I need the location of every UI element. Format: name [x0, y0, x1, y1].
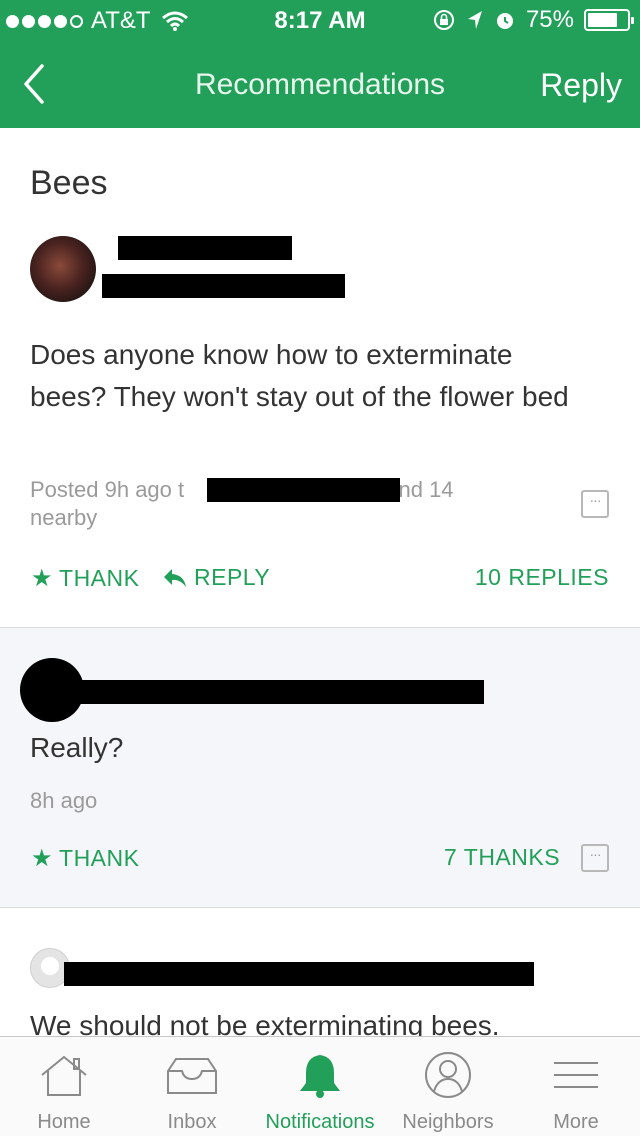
original-post: Bees Does anyone know how to exterminate…	[0, 128, 640, 628]
tab-inbox-label: Inbox	[167, 1111, 217, 1133]
status-right: 75%	[432, 6, 634, 34]
reply-item: We should not be exterminating bees.	[0, 908, 640, 1036]
post-body: Does anyone know how to exterminate bees…	[30, 339, 569, 412]
reply-text: We should not be exterminating bees.	[30, 1010, 500, 1036]
neighbors-icon	[425, 1052, 471, 1098]
battery-icon	[584, 9, 634, 31]
redacted-author-neighborhood	[102, 274, 345, 298]
replies-count-link[interactable]: 10 REPLIES	[475, 564, 609, 591]
alarm-icon	[496, 13, 513, 29]
orientation-lock-icon	[433, 10, 454, 30]
reply-time: 8h ago	[30, 788, 98, 813]
menu-icon	[554, 1062, 598, 1088]
tab-more-label: More	[553, 1111, 599, 1133]
reply-button[interactable]: Reply	[540, 67, 622, 104]
reply-thanks-count[interactable]: 7 THANKS	[444, 844, 560, 871]
thread-content[interactable]: Bees Does anyone know how to exterminate…	[0, 128, 640, 1036]
inbox-icon	[167, 1058, 217, 1094]
reply-action-label: REPLY	[194, 564, 271, 590]
post-topic: Bees	[30, 164, 108, 202]
tab-neighbors[interactable]: Neighbors	[384, 1037, 512, 1136]
reply-thanks-count-label: 7 THANKS	[444, 844, 561, 870]
thank-button[interactable]: ★ THANK	[31, 564, 139, 593]
post-meta-nearby: nearby	[30, 505, 98, 530]
reply-thank-button[interactable]: ★ THANK	[31, 844, 139, 873]
tab-home-label: Home	[37, 1111, 91, 1133]
post-options-button[interactable]: ···	[581, 490, 609, 518]
star-icon: ★	[31, 845, 54, 872]
redacted-reply-author	[74, 680, 484, 704]
reply-text: Really?	[30, 732, 124, 763]
replies-count-label: 10 REPLIES	[474, 564, 609, 590]
tab-neighbors-label: Neighbors	[402, 1111, 494, 1133]
star-icon: ★	[31, 565, 54, 592]
reply-arrow-icon	[164, 568, 186, 587]
battery-percent: 75%	[525, 6, 574, 33]
thank-label: THANK	[59, 565, 140, 591]
tab-bar: Home Inbox Notifications Neighbors More	[0, 1036, 640, 1136]
tab-notifications[interactable]: Notifications	[256, 1037, 384, 1136]
reply-item: Really? 8h ago ★ THANK 7 THANKS ···	[0, 628, 640, 908]
battery-level	[588, 13, 617, 27]
redacted-author-name	[118, 236, 292, 260]
reply-options-button[interactable]: ···	[581, 844, 609, 872]
tab-more[interactable]: More	[512, 1037, 640, 1136]
tab-inbox[interactable]: Inbox	[128, 1037, 256, 1136]
status-bar: AT&T 8:17 AM 75%	[0, 0, 640, 40]
redacted-reply-author	[64, 962, 534, 986]
tab-home[interactable]: Home	[0, 1037, 128, 1136]
post-meta-prefix: Posted 9h ago t	[30, 477, 185, 502]
tab-notifications-label: Notifications	[265, 1111, 375, 1133]
location-arrow-icon	[467, 11, 482, 29]
author-avatar[interactable]	[30, 236, 96, 302]
reply-action-button[interactable]: REPLY	[162, 564, 270, 591]
home-icon	[41, 1055, 87, 1096]
navigation-bar: Recommendations Reply	[0, 40, 640, 128]
redacted-neighborhood	[207, 478, 400, 502]
reply-thank-label: THANK	[59, 845, 140, 871]
bell-icon	[300, 1055, 340, 1098]
